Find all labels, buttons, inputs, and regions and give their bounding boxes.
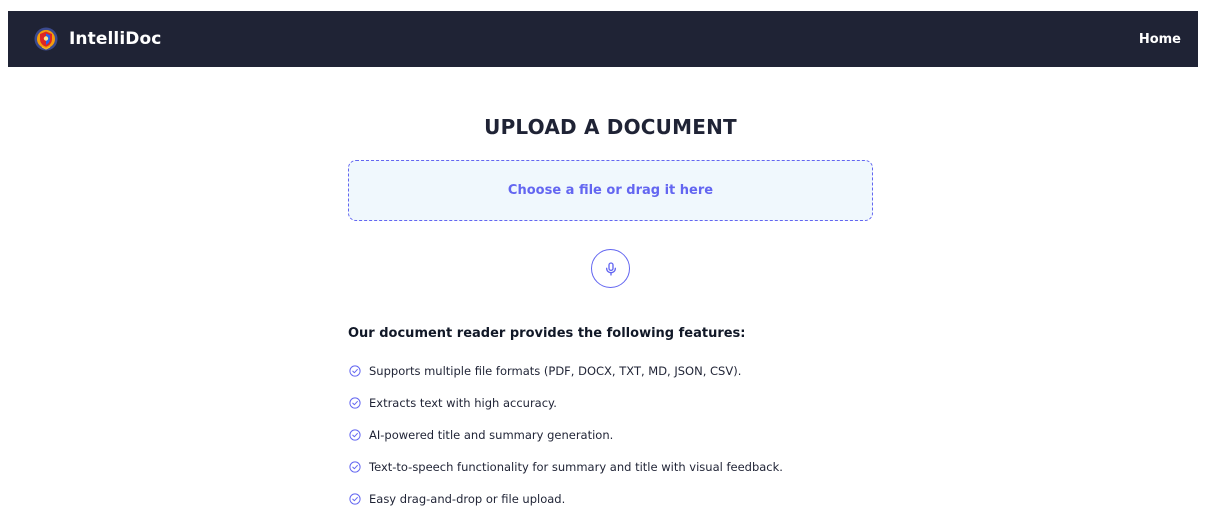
feature-text: Easy drag-and-drop or file upload.	[369, 492, 566, 506]
top-navbar: IntelliDoc Home	[8, 11, 1198, 67]
feature-item: Text-to-speech functionality for summary…	[348, 451, 873, 483]
check-circle-icon	[349, 397, 361, 409]
page-title: UPLOAD A DOCUMENT	[484, 115, 737, 139]
nav-link-home[interactable]: Home	[1139, 32, 1181, 47]
brand[interactable]: IntelliDoc	[34, 27, 161, 51]
feature-text: AI-powered title and summary generation.	[369, 428, 614, 442]
feature-item: Extracts text with high accuracy.	[348, 387, 873, 419]
check-circle-icon	[349, 365, 361, 377]
feature-text: Extracts text with high accuracy.	[369, 396, 557, 410]
feature-item: Easy drag-and-drop or file upload.	[348, 483, 873, 515]
check-circle-icon	[349, 493, 361, 505]
feature-item: Supports multiple file formats (PDF, DOC…	[348, 355, 873, 387]
microphone-button[interactable]	[591, 249, 630, 288]
microphone-icon	[605, 261, 616, 276]
dropzone-label: Choose a file or drag it here	[507, 183, 714, 198]
check-circle-icon	[349, 429, 361, 441]
upload-section: UPLOAD A DOCUMENT Choose a file or drag …	[348, 67, 873, 515]
features-heading: Our document reader provides the followi…	[348, 326, 746, 341]
feature-text: Text-to-speech functionality for summary…	[369, 460, 783, 474]
check-circle-icon	[349, 461, 361, 473]
file-dropzone[interactable]: Choose a file or drag it here	[348, 160, 873, 221]
mic-wrapper	[348, 249, 873, 288]
brand-name: IntelliDoc	[69, 29, 162, 49]
shield-crest-icon	[34, 27, 58, 51]
feature-text: Supports multiple file formats (PDF, DOC…	[369, 364, 742, 378]
features-list: Supports multiple file formats (PDF, DOC…	[348, 355, 873, 515]
feature-item: AI-powered title and summary generation.	[348, 419, 873, 451]
